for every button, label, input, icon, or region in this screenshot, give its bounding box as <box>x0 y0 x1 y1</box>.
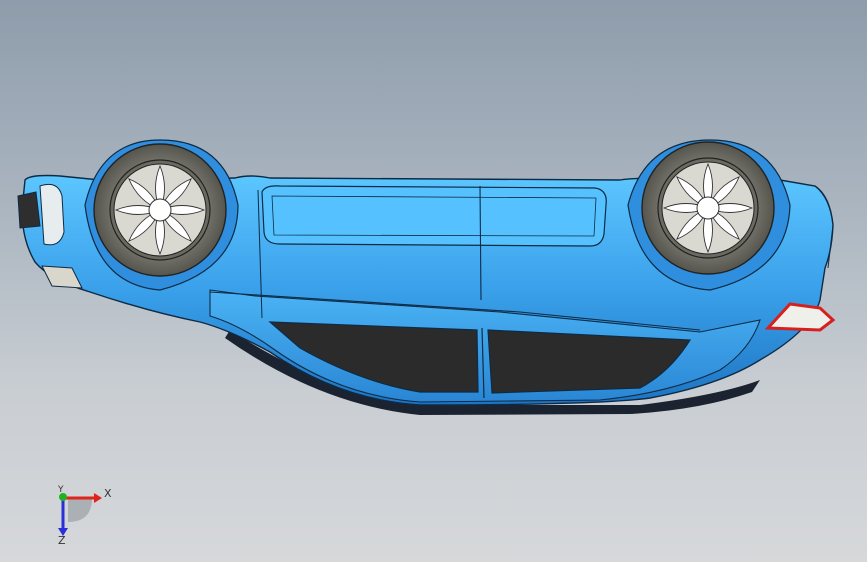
cad-viewport[interactable]: X Y Z <box>0 0 867 562</box>
x-axis-label: X <box>104 487 112 500</box>
rear-wheel[interactable] <box>93 143 227 277</box>
y-axis-label: Y <box>57 485 64 495</box>
rear-light-housing <box>39 183 65 246</box>
z-axis-label: Z <box>58 534 66 547</box>
rear-lamp <box>17 191 41 229</box>
car-model[interactable] <box>17 139 836 415</box>
front-wheel[interactable] <box>641 141 775 275</box>
roof-panel <box>261 185 607 247</box>
axis-triad: X Y Z <box>57 485 112 547</box>
x-axis-arrow <box>94 493 102 503</box>
triad-shade <box>68 498 92 522</box>
